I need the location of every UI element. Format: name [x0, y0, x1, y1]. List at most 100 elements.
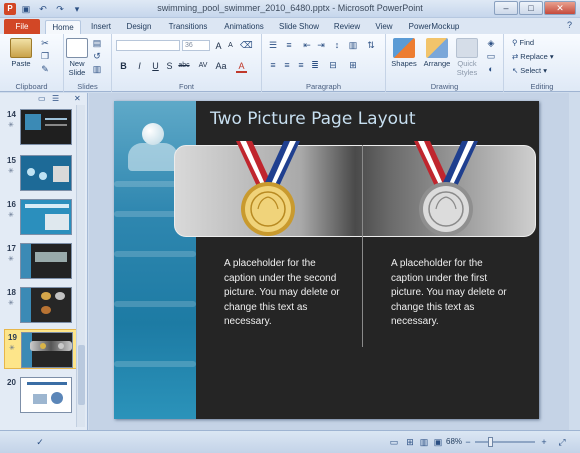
layout-icon[interactable]: ▤ — [92, 39, 102, 48]
bullets-icon[interactable]: ☰ — [268, 41, 278, 50]
select-button[interactable]: ↖ Select ▾ — [512, 66, 547, 75]
slide-sorter-icon[interactable]: ⊞ — [404, 437, 416, 447]
slide-number: 17 — [7, 244, 16, 253]
shapes-label: Shapes — [391, 59, 417, 68]
reset-icon[interactable]: ↺ — [92, 52, 102, 61]
spell-check-icon[interactable]: ✓ — [34, 437, 46, 447]
align-left-icon[interactable]: ≡ — [268, 61, 278, 70]
font-name-field[interactable] — [116, 40, 180, 51]
slides-tab-icon[interactable]: ▭ — [38, 94, 46, 104]
arrange-button[interactable]: Arrange — [420, 38, 454, 68]
quick-styles-button[interactable]: Quick Styles — [452, 38, 482, 77]
help-icon[interactable]: ? — [567, 20, 572, 30]
tab-insert[interactable]: Insert — [85, 20, 117, 34]
caption-divider — [362, 145, 363, 347]
fit-to-window-icon[interactable]: ⤢ — [556, 437, 568, 447]
shape-effects-icon[interactable]: ◐ — [486, 65, 496, 74]
panel-tabs: ▭ ☰ ✕ — [4, 94, 84, 104]
decrease-indent-icon[interactable]: ⇤ — [302, 41, 312, 50]
align-center-icon[interactable]: ≡ — [282, 61, 292, 70]
slide-thumbnail[interactable]: 18 ✳ — [4, 285, 80, 325]
zoom-out-icon[interactable]: − — [462, 437, 474, 447]
caption-left[interactable]: A placeholder for the caption under the … — [224, 257, 349, 330]
slides-group: New Slide ▤ ↺ ▥ Slides — [64, 34, 112, 92]
shape-fill-icon[interactable]: ◈ — [486, 39, 496, 48]
grow-font-button[interactable]: A — [213, 41, 224, 51]
numbering-icon[interactable]: ≡ — [284, 41, 294, 50]
slide-thumbnail-selected[interactable]: 19 ✳ — [4, 329, 80, 369]
maximize-button[interactable]: □ — [519, 1, 543, 15]
tab-powermockup[interactable]: PowerMockup — [406, 20, 462, 34]
shadow-button[interactable]: S — [164, 61, 175, 71]
strikethrough-button[interactable]: abc — [176, 61, 192, 71]
paragraph-group-label: Paragraph — [305, 82, 342, 91]
clipboard-group-label: Clipboard — [15, 82, 48, 91]
slide-title[interactable]: Two Picture Page Layout — [210, 109, 416, 129]
font-size-field[interactable]: 36 — [182, 40, 210, 51]
tab-design[interactable]: Design — [121, 20, 157, 34]
transition-star-icon: ✳ — [8, 212, 14, 219]
tab-transitions[interactable]: Transitions — [163, 20, 213, 34]
replace-label: Replace — [520, 52, 548, 61]
silver-medal-image[interactable] — [410, 139, 482, 239]
bold-button[interactable]: B — [118, 61, 129, 71]
smartart-icon[interactable]: ⊞ — [348, 61, 358, 70]
font-color-button[interactable]: A — [236, 61, 247, 73]
transition-star-icon: ✳ — [8, 168, 14, 175]
slide-thumbnail[interactable]: 14 ✳ — [4, 107, 80, 147]
arrange-label: Arrange — [423, 59, 451, 68]
italic-button[interactable]: I — [134, 61, 145, 71]
slide-canvas[interactable]: Two Picture Page Layout A placeholder fo… — [114, 101, 539, 419]
slide-thumbnail[interactable]: 15 ✳ — [4, 153, 80, 193]
format-painter-icon[interactable]: ✎ — [40, 65, 50, 74]
slide-preview — [20, 155, 72, 191]
shape-outline-icon[interactable]: ▭ — [486, 52, 496, 61]
increase-indent-icon[interactable]: ⇥ — [316, 41, 326, 50]
underline-button[interactable]: U — [150, 61, 161, 71]
close-button[interactable]: ✕ — [544, 1, 576, 15]
shapes-button[interactable]: Shapes — [388, 38, 420, 68]
zoom-level[interactable]: 68% — [446, 437, 462, 446]
tab-home[interactable]: Home — [45, 20, 81, 34]
tab-review[interactable]: Review — [329, 20, 365, 34]
columns-icon[interactable]: ▥ — [348, 41, 358, 50]
slide-thumbnail[interactable]: 17 ✳ — [4, 241, 80, 281]
tab-view[interactable]: View — [370, 20, 398, 34]
align-text-icon[interactable]: ⊟ — [328, 61, 338, 70]
tab-file[interactable]: File — [4, 19, 40, 34]
slide-thumbnail[interactable]: 20 — [4, 375, 80, 415]
gold-medal-image[interactable] — [232, 139, 304, 239]
copy-icon[interactable]: ❐ — [40, 52, 50, 61]
reading-view-icon[interactable]: ▥ — [418, 437, 430, 447]
normal-view-icon[interactable]: ▭ — [388, 437, 400, 447]
scrollbar-thumb[interactable] — [78, 345, 85, 405]
change-case-button[interactable]: Aa — [214, 61, 228, 71]
paste-button[interactable]: Paste — [6, 38, 36, 68]
character-spacing-button[interactable]: AV — [196, 61, 210, 71]
slide-editor: Two Picture Page Layout A placeholder fo… — [89, 93, 569, 430]
justify-icon[interactable]: ≣ — [310, 61, 320, 70]
slide-thumbnail[interactable]: 16 ✳ — [4, 197, 80, 237]
align-right-icon[interactable]: ≡ — [296, 61, 306, 70]
slides-panel-scrollbar[interactable] — [76, 105, 85, 427]
zoom-in-icon[interactable]: + — [538, 437, 550, 447]
section-icon[interactable]: ▥ — [92, 65, 102, 74]
tab-animations[interactable]: Animations — [219, 20, 269, 34]
zoom-slider-thumb[interactable] — [488, 437, 493, 447]
line-spacing-icon[interactable]: ↕ — [332, 41, 342, 50]
new-slide-button[interactable]: New Slide — [66, 38, 88, 77]
slide-show-icon[interactable]: ▣ — [432, 437, 444, 447]
shrink-font-button[interactable]: A — [225, 41, 236, 51]
clear-format-icon[interactable]: ⌫ — [240, 41, 253, 50]
drawing-group: Shapes Arrange Quick Styles ◈ ▭ ◐ Drawin… — [386, 34, 504, 92]
zoom-slider[interactable] — [475, 441, 535, 443]
find-button[interactable]: ⚲ Find — [512, 38, 534, 47]
close-panel-icon[interactable]: ✕ — [74, 94, 81, 104]
cut-icon[interactable]: ✂ — [40, 39, 50, 48]
outline-tab-icon[interactable]: ☰ — [52, 94, 59, 104]
minimize-button[interactable]: – — [494, 1, 518, 15]
replace-button[interactable]: ⇄ Replace ▾ — [512, 52, 554, 61]
caption-right[interactable]: A placeholder for the caption under the … — [391, 257, 516, 330]
text-direction-icon[interactable]: ⇅ — [366, 41, 376, 50]
tab-slide-show[interactable]: Slide Show — [275, 20, 323, 34]
